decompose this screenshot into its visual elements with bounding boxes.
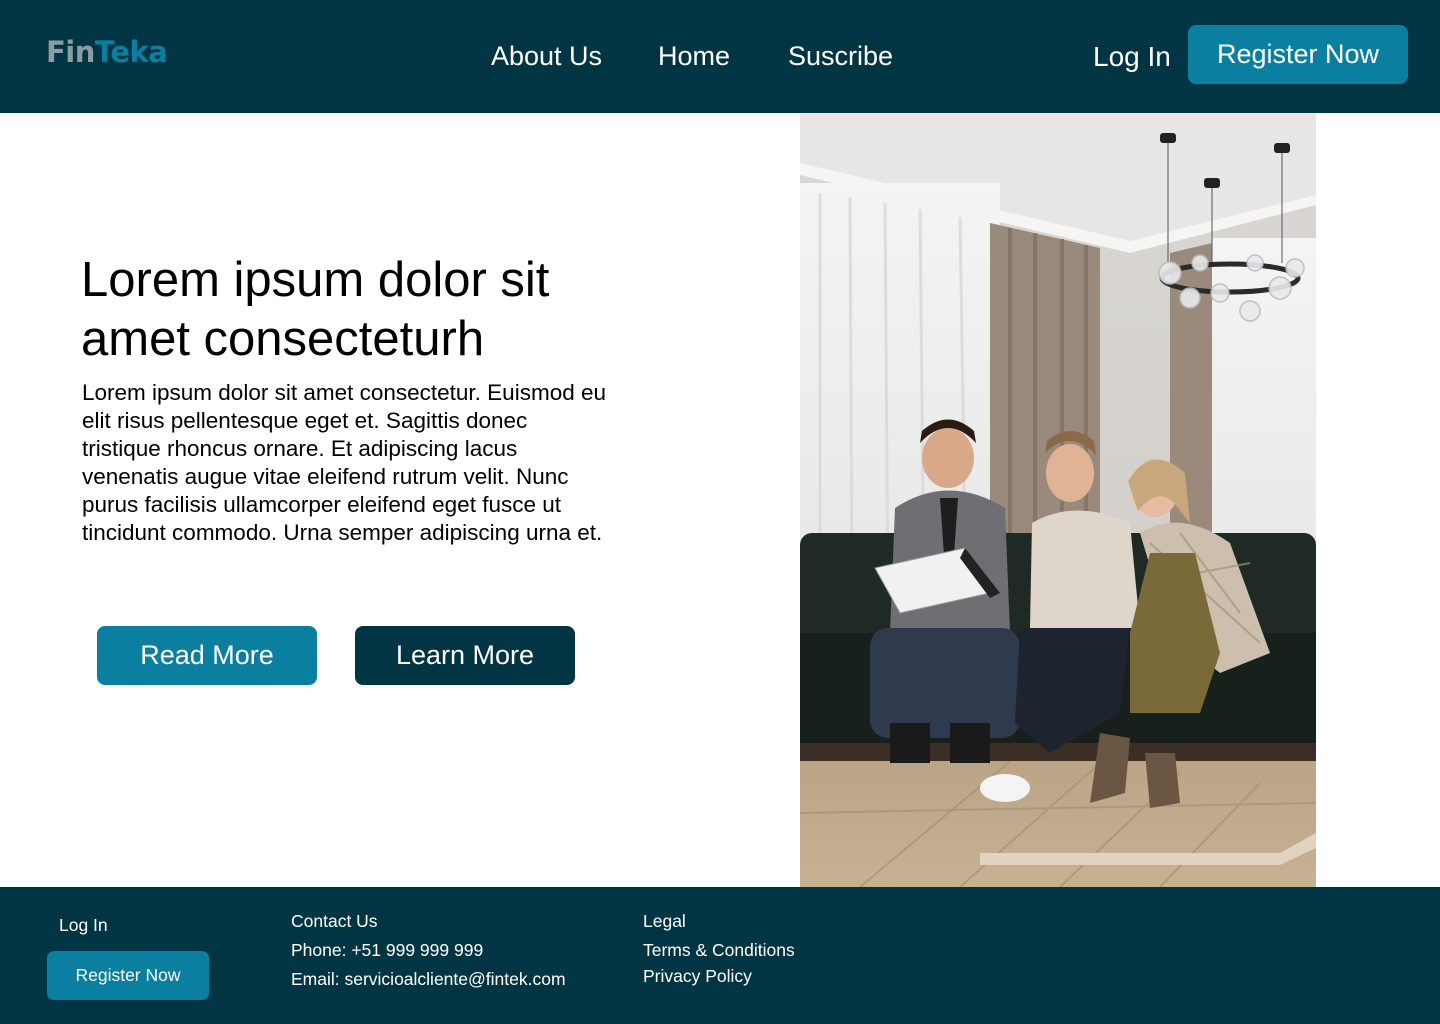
footer-phone: Phone: +51 999 999 999 [291,940,484,960]
footer-login-link[interactable]: Log In [59,914,108,936]
site-footer: Log In Register Now Contact Us Phone: +5… [0,887,1440,1024]
footer-legal-heading: Legal [643,911,686,931]
hero-photo-illustration [800,113,1316,887]
footer-privacy-link[interactable]: Privacy Policy [643,965,752,987]
nav-about-us[interactable]: About Us [491,38,602,74]
nav-home[interactable]: Home [658,38,730,74]
hero-photo [800,113,1316,887]
read-more-button[interactable]: Read More [97,626,317,685]
footer-register-button[interactable]: Register Now [47,951,209,1000]
finteka-logo[interactable]: FinTeka [46,34,168,70]
site-header: FinTeka About Us Home Suscribe Log In Re… [0,0,1440,113]
hero-description: Lorem ipsum dolor sit amet consectetur. … [82,380,606,545]
footer-contact-heading: Contact Us [291,911,378,931]
header-login-link[interactable]: Log In [1093,39,1171,75]
header-register-button[interactable]: Register Now [1188,25,1408,84]
learn-more-button[interactable]: Learn More [355,626,575,685]
logo-part-teka: Teka [94,35,168,69]
hero-title: Lorem ipsum dolor sit amet consecteturh [81,253,550,366]
logo-part-fin: Fin [46,35,95,69]
footer-terms-link[interactable]: Terms & Conditions [643,939,795,961]
footer-email: Email: servicioalcliente@fintek.com [291,969,566,989]
nav-subscribe[interactable]: Suscribe [788,38,893,74]
